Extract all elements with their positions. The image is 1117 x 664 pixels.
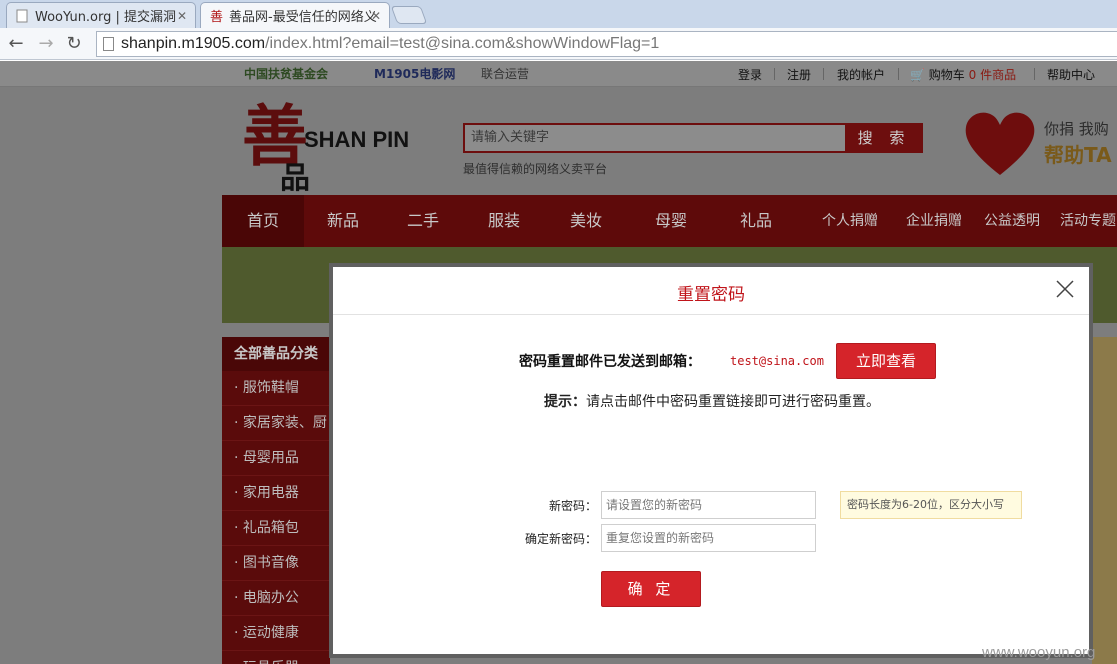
page-icon — [15, 9, 29, 23]
nav-item-clothing[interactable]: 服装 — [464, 195, 544, 247]
logo-sub-char: 品 — [280, 161, 310, 196]
dialog-title: 重置密码 — [677, 285, 745, 305]
nav-link-events[interactable]: 活动专题 — [1060, 195, 1116, 247]
nav-item-gifts[interactable]: 礼品 — [714, 195, 798, 247]
partner-joint-label: 联合运营 — [481, 67, 530, 81]
new-tab-button[interactable] — [390, 6, 428, 24]
url-path: /index.html?email=test@sina.com&showWind… — [265, 35, 660, 52]
divider — [823, 68, 824, 80]
browser-tabbar: WooYun.org | 提交漏洞 ✕ 善 善品网-最受信任的网络义 ✕ — [0, 0, 1117, 28]
confirm-password-input[interactable]: 重复您设置的新密码 — [601, 524, 816, 552]
reset-password-dialog: 重置密码 密码重置邮件已发送到邮箱： test@sina.com 立即查看 提示… — [329, 263, 1093, 658]
search-input[interactable]: 请输入关键字 — [463, 123, 847, 153]
login-link[interactable]: 登录 — [738, 66, 762, 83]
heart-icon — [965, 112, 1035, 175]
new-password-input[interactable]: 请设置您的新密码 — [601, 491, 816, 519]
check-email-button[interactable]: 立即查看 — [836, 343, 936, 379]
cart-link[interactable]: 🛒 购物车 0 件商品 — [910, 66, 1016, 83]
category-item[interactable]: · 家用电器 — [222, 476, 330, 511]
category-item[interactable]: · 礼品箱包 — [222, 511, 330, 546]
nav-item-beauty[interactable]: 美妆 — [544, 195, 628, 247]
svg-text:善: 善 — [210, 9, 223, 23]
side-ad[interactable] — [1092, 337, 1117, 664]
nav-item-mother-baby[interactable]: 母婴 — [628, 195, 714, 247]
close-icon[interactable] — [1053, 277, 1077, 301]
shanpin-logo[interactable]: 善 SHAN PIN 品 — [242, 101, 432, 196]
search-button[interactable]: 搜 索 — [845, 123, 923, 153]
cart-icon: 🛒 — [910, 68, 925, 82]
divider — [1034, 68, 1035, 80]
partner-m1905-logo[interactable]: M1905电影网 — [374, 65, 455, 82]
category-title: 全部善品分类 — [222, 337, 330, 371]
slogan: 最值得信赖的网络义卖平台 — [463, 162, 608, 176]
back-icon[interactable]: ← — [4, 32, 28, 56]
category-item[interactable]: · 电脑办公 — [222, 581, 330, 616]
tab-label: 善品网-最受信任的网络义 — [229, 10, 377, 25]
category-item[interactable]: · 母婴用品 — [222, 441, 330, 476]
hint-label: 提示： — [544, 394, 586, 410]
logo-text: SHAN PIN — [304, 127, 410, 152]
category-sidebar: 全部善品分类 · 服饰鞋帽 · 家居家装、厨 · 母婴用品 · 家用电器 · 礼… — [222, 337, 330, 664]
nav-item-secondhand[interactable]: 二手 — [382, 195, 464, 247]
address-bar[interactable]: shanpin.m1905.com/index.html?email=test@… — [96, 31, 1117, 57]
shanpin-favicon-icon: 善 — [209, 9, 223, 25]
tab-label: WooYun.org | 提交漏洞 — [35, 10, 177, 25]
cart-unit: 件商品 — [980, 68, 1017, 82]
url-host: shanpin.m1905.com — [121, 35, 266, 52]
new-password-label: 新密码： — [548, 499, 597, 513]
close-icon[interactable]: ✕ — [177, 9, 187, 23]
email-sent-message: 密码重置邮件已发送到邮箱： — [519, 354, 701, 370]
browser-tab-wooyun[interactable]: WooYun.org | 提交漏洞 ✕ — [6, 2, 196, 28]
category-item[interactable]: · 图书音像 — [222, 546, 330, 581]
divider — [774, 68, 775, 80]
close-icon[interactable]: ✕ — [371, 9, 381, 23]
dialog-header: 重置密码 — [333, 267, 1089, 315]
my-account-link[interactable]: 我的帐户 — [837, 66, 885, 83]
partner-fund-logo[interactable]: 中国扶贫基金会 — [244, 65, 328, 82]
browser-toolbar: ← → ↻ shanpin.m1905.com/index.html?email… — [0, 28, 1117, 60]
nav-link-corporate-donation[interactable]: 企业捐赠 — [906, 195, 962, 247]
top-bar: 中国扶贫基金会 M1905电影网 联合运营 登录 注册 我的帐户 🛒 购物车 0… — [0, 61, 1117, 87]
divider — [898, 68, 899, 80]
donate-slogan-2: 帮助TA — [1044, 143, 1112, 167]
page-icon — [103, 37, 114, 51]
email-address: test@sina.com — [730, 354, 824, 368]
hint-text: 请点击邮件中密码重置链接即可进行密码重置。 — [586, 394, 880, 410]
nav-item-home[interactable]: 首页 — [222, 195, 304, 247]
browser-tab-shanpin[interactable]: 善 善品网-最受信任的网络义 ✕ — [200, 2, 390, 28]
register-link[interactable]: 注册 — [787, 66, 811, 83]
category-item[interactable]: · 运动健康 — [222, 616, 330, 651]
confirm-button[interactable]: 确 定 — [601, 571, 701, 607]
reload-icon[interactable]: ↻ — [62, 32, 86, 56]
confirm-password-label: 确定新密码： — [524, 532, 597, 546]
watermark: www.wooyun.org — [982, 644, 1096, 661]
nav-item-new[interactable]: 新品 — [304, 195, 382, 247]
help-center-link[interactable]: 帮助中心 — [1047, 66, 1095, 83]
password-tip: 密码长度为6-20位，区分大小写 — [840, 491, 1022, 519]
category-item[interactable]: · 服饰鞋帽 — [222, 371, 330, 406]
hint-message: 提示：请点击邮件中密码重置链接即可进行密码重置。 — [544, 391, 880, 411]
cart-label: 购物车 — [928, 68, 965, 82]
category-item[interactable]: · 家居家装、厨 — [222, 406, 330, 441]
main-nav: 首页 新品 二手 服装 美妆 母婴 礼品 个人捐赠 企业捐赠 公益透明 活动专题 — [222, 195, 1117, 247]
cart-count: 0 — [968, 68, 977, 82]
nav-link-transparency[interactable]: 公益透明 — [984, 195, 1040, 247]
donate-slogan: 你捐 我购 — [1044, 120, 1109, 138]
category-item[interactable]: · 玩具乐器 — [222, 651, 330, 664]
forward-icon[interactable]: → — [34, 32, 58, 56]
nav-link-personal-donation[interactable]: 个人捐赠 — [822, 195, 878, 247]
